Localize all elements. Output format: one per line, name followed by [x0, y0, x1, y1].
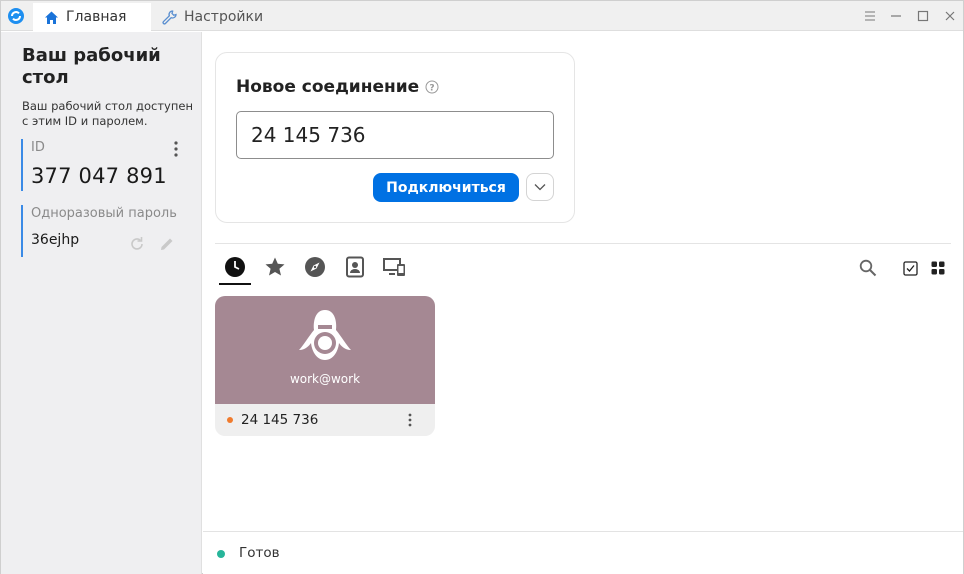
tab-address-book[interactable]: [339, 255, 371, 285]
password-label: Одноразовый пароль: [31, 206, 177, 221]
status-text: Готов: [239, 545, 280, 561]
tab-recent[interactable]: [219, 255, 251, 285]
linux-icon: [299, 310, 351, 360]
menu-icon: [865, 11, 875, 21]
peer-footer: 24 145 736: [215, 404, 435, 436]
recent-icon: [225, 257, 245, 277]
address-book-icon: [346, 256, 364, 278]
svg-text:?: ?: [430, 83, 435, 93]
group-icon: [383, 258, 405, 276]
status-bar: Готов: [203, 531, 963, 574]
search-icon: [859, 259, 877, 277]
peer-card[interactable]: work@work 24 145 736: [215, 296, 435, 436]
divider: [215, 243, 951, 244]
maximize-button[interactable]: [914, 7, 932, 25]
grid-view-icon: [931, 261, 945, 275]
maximize-icon: [917, 10, 929, 22]
new-connection-card: Новое соединение ? 24 145 736 Подключить…: [215, 52, 575, 223]
connect-button[interactable]: Подключиться: [373, 173, 519, 202]
help-icon[interactable]: ?: [425, 80, 439, 94]
tab-home-label: Главная: [66, 9, 127, 25]
refresh-icon[interactable]: [128, 235, 146, 253]
remote-id-input[interactable]: 24 145 736: [236, 111, 554, 159]
panel-description: Ваш рабочий стол доступен с этим ID и па…: [22, 99, 193, 128]
connect-options-button[interactable]: [526, 173, 554, 201]
discovered-icon: [305, 257, 325, 277]
select-button[interactable]: [900, 258, 920, 278]
new-connection-title-text: Новое соединение: [236, 77, 420, 97]
minimize-button[interactable]: [887, 7, 905, 25]
id-field: ID 377 047 891: [21, 139, 181, 191]
tab-favorites[interactable]: [259, 255, 291, 285]
more-vert-icon[interactable]: [171, 140, 181, 158]
minimize-icon: [891, 15, 901, 17]
menu-button[interactable]: [861, 7, 879, 25]
home-icon: [45, 11, 58, 24]
checkbox-icon: [902, 260, 918, 276]
new-connection-title: Новое соединение ?: [236, 77, 439, 97]
password-field: Одноразовый пароль 36ejhp: [21, 205, 181, 257]
more-vert-icon[interactable]: [405, 412, 415, 428]
close-button[interactable]: [941, 7, 959, 25]
search-button[interactable]: [858, 258, 878, 278]
chevron-down-icon: [534, 184, 546, 191]
tab-settings-label: Настройки: [184, 9, 264, 25]
wrench-icon: [162, 9, 177, 25]
close-icon: [945, 11, 955, 21]
app-window: Главная Настройки Ваш рабочий стол Ваш р…: [0, 0, 964, 574]
peer-status-dot: [227, 417, 233, 423]
tab-settings[interactable]: Настройки: [151, 3, 273, 31]
peer-id: 24 145 736: [241, 412, 319, 428]
title-bar: Главная Настройки: [1, 1, 963, 31]
peer-alias: work@work: [289, 372, 361, 386]
edit-icon[interactable]: [158, 235, 176, 253]
id-label: ID: [31, 140, 45, 155]
grid-view-button[interactable]: [928, 258, 948, 278]
peer-thumbnail[interactable]: work@work: [215, 296, 435, 404]
panel-title: Ваш рабочий стол: [22, 45, 161, 88]
id-value[interactable]: 377 047 891: [31, 164, 181, 188]
status-dot: [217, 550, 225, 558]
tab-discovered[interactable]: [299, 255, 331, 285]
tab-home[interactable]: Главная: [33, 3, 151, 31]
favorites-icon: [265, 257, 285, 276]
tab-group[interactable]: [379, 255, 411, 285]
rustdesk-logo-icon: [8, 8, 24, 24]
left-panel: Ваш рабочий стол Ваш рабочий стол доступ…: [1, 32, 202, 574]
